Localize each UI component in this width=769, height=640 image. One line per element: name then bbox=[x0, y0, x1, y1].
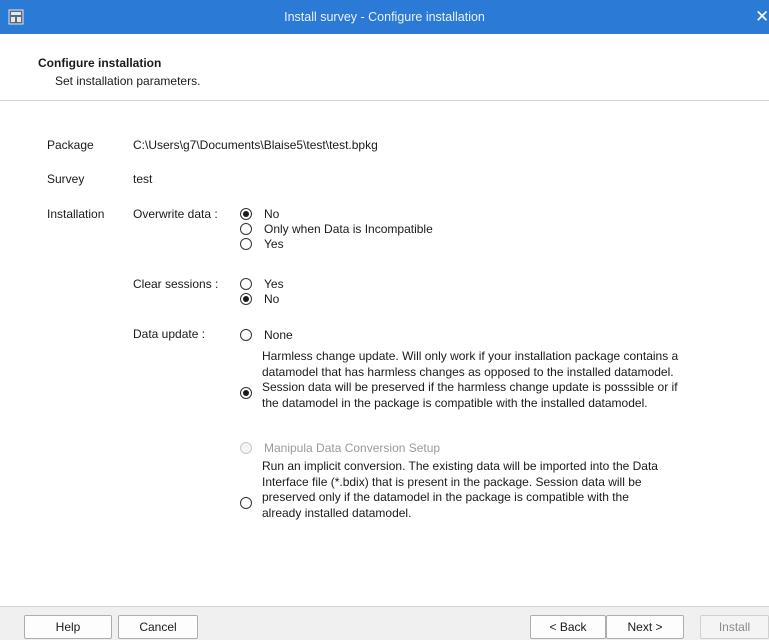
installation-label: Installation bbox=[47, 207, 105, 221]
harmless-change-description: Harmless change update. Will only work i… bbox=[262, 349, 742, 411]
data-update-option-implicit[interactable] bbox=[240, 497, 252, 509]
wizard-header: Configure installation Set installation … bbox=[0, 34, 769, 101]
install-button[interactable]: Install bbox=[700, 615, 769, 639]
close-icon[interactable]: ✕ bbox=[755, 0, 769, 34]
back-button[interactable]: < Back bbox=[530, 615, 606, 639]
radio-unchecked-icon[interactable] bbox=[240, 223, 252, 235]
radio-label: Only when Data is Incompatible bbox=[264, 222, 433, 236]
data-update-label: Data update : bbox=[133, 327, 206, 341]
implicit-conversion-description: Run an implicit conversion. The existing… bbox=[262, 459, 742, 521]
radio-checked-icon[interactable] bbox=[240, 208, 252, 220]
description-line: Harmless change update. Will only work i… bbox=[262, 349, 679, 363]
page-subtitle: Set installation parameters. bbox=[55, 74, 201, 88]
description-line: datamodel that has harmless changes as o… bbox=[262, 364, 674, 379]
radio-label: Yes bbox=[264, 277, 284, 291]
radio-label: No bbox=[264, 292, 280, 306]
radio-unchecked-icon[interactable] bbox=[240, 278, 252, 290]
survey-value: test bbox=[133, 172, 153, 186]
description-line: the datamodel in the package is compatib… bbox=[262, 395, 648, 410]
help-button[interactable]: Help bbox=[24, 615, 112, 639]
description-line: Session data will be preserved if the ha… bbox=[262, 380, 678, 394]
title-bar: Install survey - Configure installation … bbox=[0, 0, 769, 34]
clear-sessions-label: Clear sessions : bbox=[133, 277, 219, 291]
radio-label: Manipula Data Conversion Setup bbox=[264, 441, 441, 455]
radio-disabled-icon bbox=[240, 442, 252, 454]
window-title: Install survey - Configure installation bbox=[284, 10, 485, 24]
overwrite-data-label: Overwrite data : bbox=[133, 207, 218, 221]
description-line: preserved only if the datamodel in the p… bbox=[262, 490, 629, 504]
survey-label: Survey bbox=[47, 172, 85, 186]
radio-unchecked-icon[interactable] bbox=[240, 329, 252, 341]
radio-label: Yes bbox=[264, 237, 284, 251]
description-line: already installed datamodel. bbox=[262, 505, 412, 520]
cancel-button[interactable]: Cancel bbox=[118, 615, 198, 639]
radio-checked-icon[interactable] bbox=[240, 293, 252, 305]
data-update-option-harmless[interactable] bbox=[240, 387, 252, 399]
next-button[interactable]: Next > bbox=[606, 615, 684, 639]
radio-label: No bbox=[264, 207, 280, 221]
description-line: Run an implicit conversion. The existing… bbox=[262, 459, 658, 473]
radio-label: None bbox=[264, 328, 293, 342]
radio-unchecked-icon[interactable] bbox=[240, 238, 252, 250]
package-path: C:\Users\g7\Documents\Blaise5\test\test.… bbox=[133, 138, 378, 152]
description-line: Interface file (*.bdix) that is present … bbox=[262, 474, 642, 489]
page-title: Configure installation bbox=[38, 56, 162, 70]
wizard-footer: Help Cancel < Back Next > Install bbox=[0, 607, 769, 640]
package-label: Package bbox=[47, 138, 94, 152]
wizard-content: Package C:\Users\g7\Documents\Blaise5\te… bbox=[0, 101, 769, 607]
